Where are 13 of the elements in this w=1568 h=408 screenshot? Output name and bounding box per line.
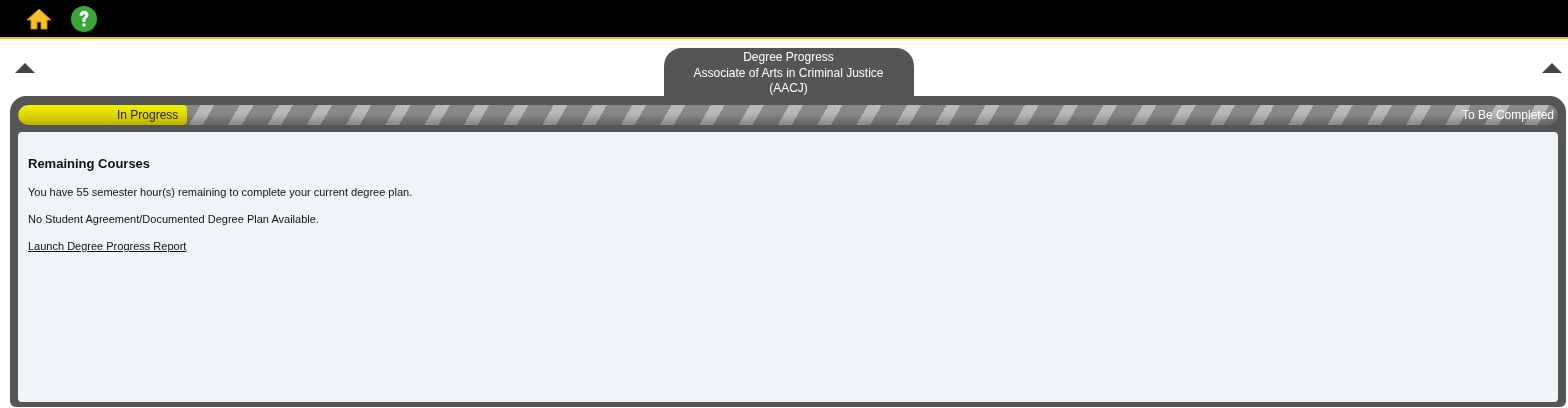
home-icon[interactable] bbox=[26, 7, 52, 30]
tab-title: Degree Progress bbox=[742, 50, 835, 66]
report-link[interactable]: Launch Degree Progress Report bbox=[28, 240, 187, 252]
tab-title: Associate of Arts in Criminal Justice bbox=[692, 65, 885, 81]
progress-end-label: To Be Completed bbox=[1461, 108, 1554, 122]
tab-title: (AACJ) bbox=[768, 81, 809, 97]
section-heading: Remaining Courses bbox=[28, 156, 152, 171]
progress-start-label: In Progress bbox=[117, 108, 179, 122]
info-text: You have 55 semester hour(s) remaining to complete your current degree plan. bbox=[28, 186, 414, 198]
collapse-arrow-icon[interactable] bbox=[15, 63, 35, 73]
info-text: No Student Agreement/Documented Degree Plan Available. bbox=[28, 213, 320, 225]
help-icon[interactable] bbox=[70, 4, 98, 33]
collapse-arrow-icon[interactable] bbox=[1542, 63, 1562, 73]
